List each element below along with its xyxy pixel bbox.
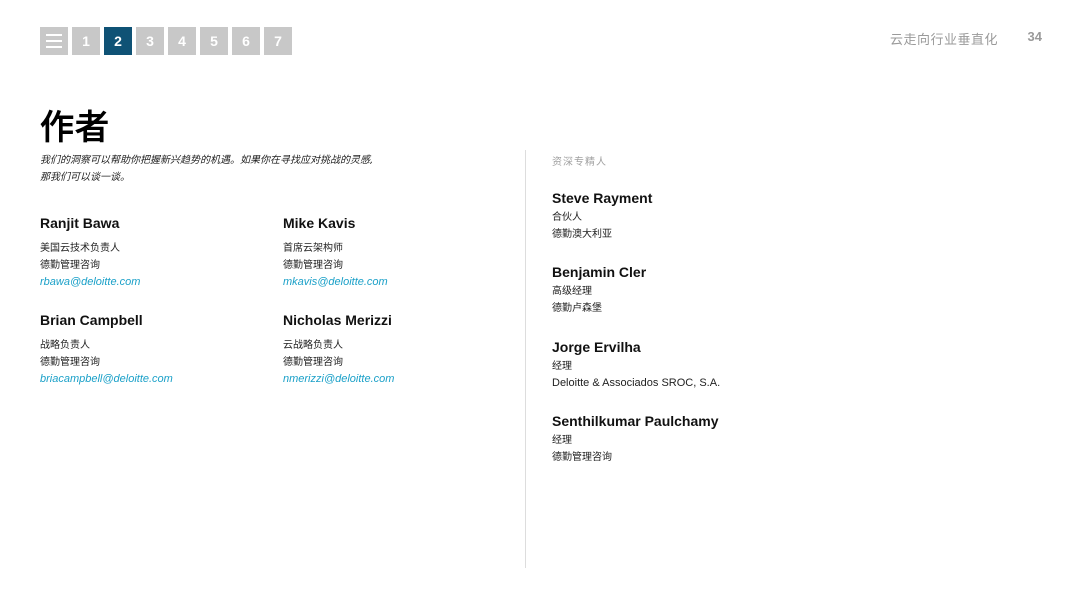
- author-role: 云战略负责人: [283, 340, 343, 351]
- report-title: 云走向行业垂直化: [889, 33, 998, 48]
- page-number: 34: [1027, 29, 1042, 44]
- expert-name: Benjamin Cler: [552, 264, 647, 280]
- author-email-link[interactable]: mkavis@deloitte.com: [283, 274, 503, 290]
- expert-role: 经理: [552, 361, 572, 372]
- intro-text: 我们的洞察可以帮助你把握新兴趋势的机遇。如果你在寻找应对挑战的灵感, 那我们可以…: [40, 152, 460, 186]
- nav-item-1[interactable]: 1: [72, 27, 100, 55]
- expert-org: 德勤卢森堡: [552, 303, 602, 314]
- author-org: 德勤管理咨询: [40, 357, 100, 368]
- nav-item-3[interactable]: 3: [136, 27, 164, 55]
- nav-item-4[interactable]: 4: [168, 27, 196, 55]
- menu-button[interactable]: [40, 27, 68, 55]
- expert-entry: Steve Rayment 合伙人 德勤澳大利亚: [552, 190, 1012, 243]
- expert-entry: Jorge Ervilha 经理 Deloitte & Associados S…: [552, 339, 1012, 392]
- author-name: Brian Campbell: [40, 312, 143, 328]
- expert-role: 经理: [552, 435, 572, 446]
- expert-name: Jorge Ervilha: [552, 339, 641, 355]
- experts-label: 资深专精人: [552, 157, 607, 168]
- page-title: 作者: [40, 108, 110, 148]
- author-email-link[interactable]: briacampbell@deloitte.com: [40, 371, 260, 387]
- intro-line-1: 我们的洞察可以帮助你把握新兴趋势的机遇。如果你在寻找应对挑战的灵感,: [40, 155, 374, 166]
- author-card: Nicholas Merizzi 云战略负责人 德勤管理咨询 nmerizzi@…: [283, 312, 503, 387]
- author-card: Ranjit Bawa 美国云技术负责人 德勤管理咨询 rbawa@deloit…: [40, 215, 260, 290]
- author-name: Mike Kavis: [283, 215, 356, 231]
- intro-line-2: 那我们可以谈一谈。: [40, 172, 130, 183]
- author-card: Mike Kavis 首席云架构师 德勤管理咨询 mkavis@deloitte…: [283, 215, 503, 290]
- expert-entry: Senthilkumar Paulchamy 经理 德勤管理咨询: [552, 413, 1012, 466]
- author-card: Brian Campbell 战略负责人 德勤管理咨询 briacampbell…: [40, 312, 260, 387]
- nav-item-5[interactable]: 5: [200, 27, 228, 55]
- slide-nav: 1 2 3 4 5 6 7: [40, 27, 292, 55]
- author-org: 德勤管理咨询: [283, 260, 343, 271]
- expert-org: 德勤澳大利亚: [552, 229, 612, 240]
- nav-item-7[interactable]: 7: [264, 27, 292, 55]
- author-org: 德勤管理咨询: [283, 357, 343, 368]
- author-role: 美国云技术负责人: [40, 243, 120, 254]
- expert-name: Senthilkumar Paulchamy: [552, 413, 719, 429]
- author-email-link[interactable]: nmerizzi@deloitte.com: [283, 371, 503, 387]
- expert-entry: Benjamin Cler 高级经理 德勤卢森堡: [552, 264, 1012, 317]
- author-name: Nicholas Merizzi: [283, 312, 392, 328]
- expert-name: Steve Rayment: [552, 190, 653, 206]
- author-email-link[interactable]: rbawa@deloitte.com: [40, 274, 260, 290]
- author-role: 战略负责人: [40, 340, 90, 351]
- expert-role: 合伙人: [552, 212, 582, 223]
- expert-org: 德勤管理咨询: [552, 452, 612, 463]
- expert-org: Deloitte & Associados SROC, S.A.: [552, 377, 721, 389]
- nav-item-2[interactable]: 2: [104, 27, 132, 55]
- author-org: 德勤管理咨询: [40, 260, 100, 271]
- menu-icon: [46, 34, 62, 48]
- page: 1 2 3 4 5 6 7 云走向行业垂直化 34 作者 我们的洞察可以帮助你把…: [0, 0, 1080, 607]
- author-name: Ranjit Bawa: [40, 215, 120, 231]
- column-divider: [525, 150, 526, 568]
- nav-item-6[interactable]: 6: [232, 27, 260, 55]
- expert-role: 高级经理: [552, 286, 592, 297]
- author-role: 首席云架构师: [283, 243, 343, 254]
